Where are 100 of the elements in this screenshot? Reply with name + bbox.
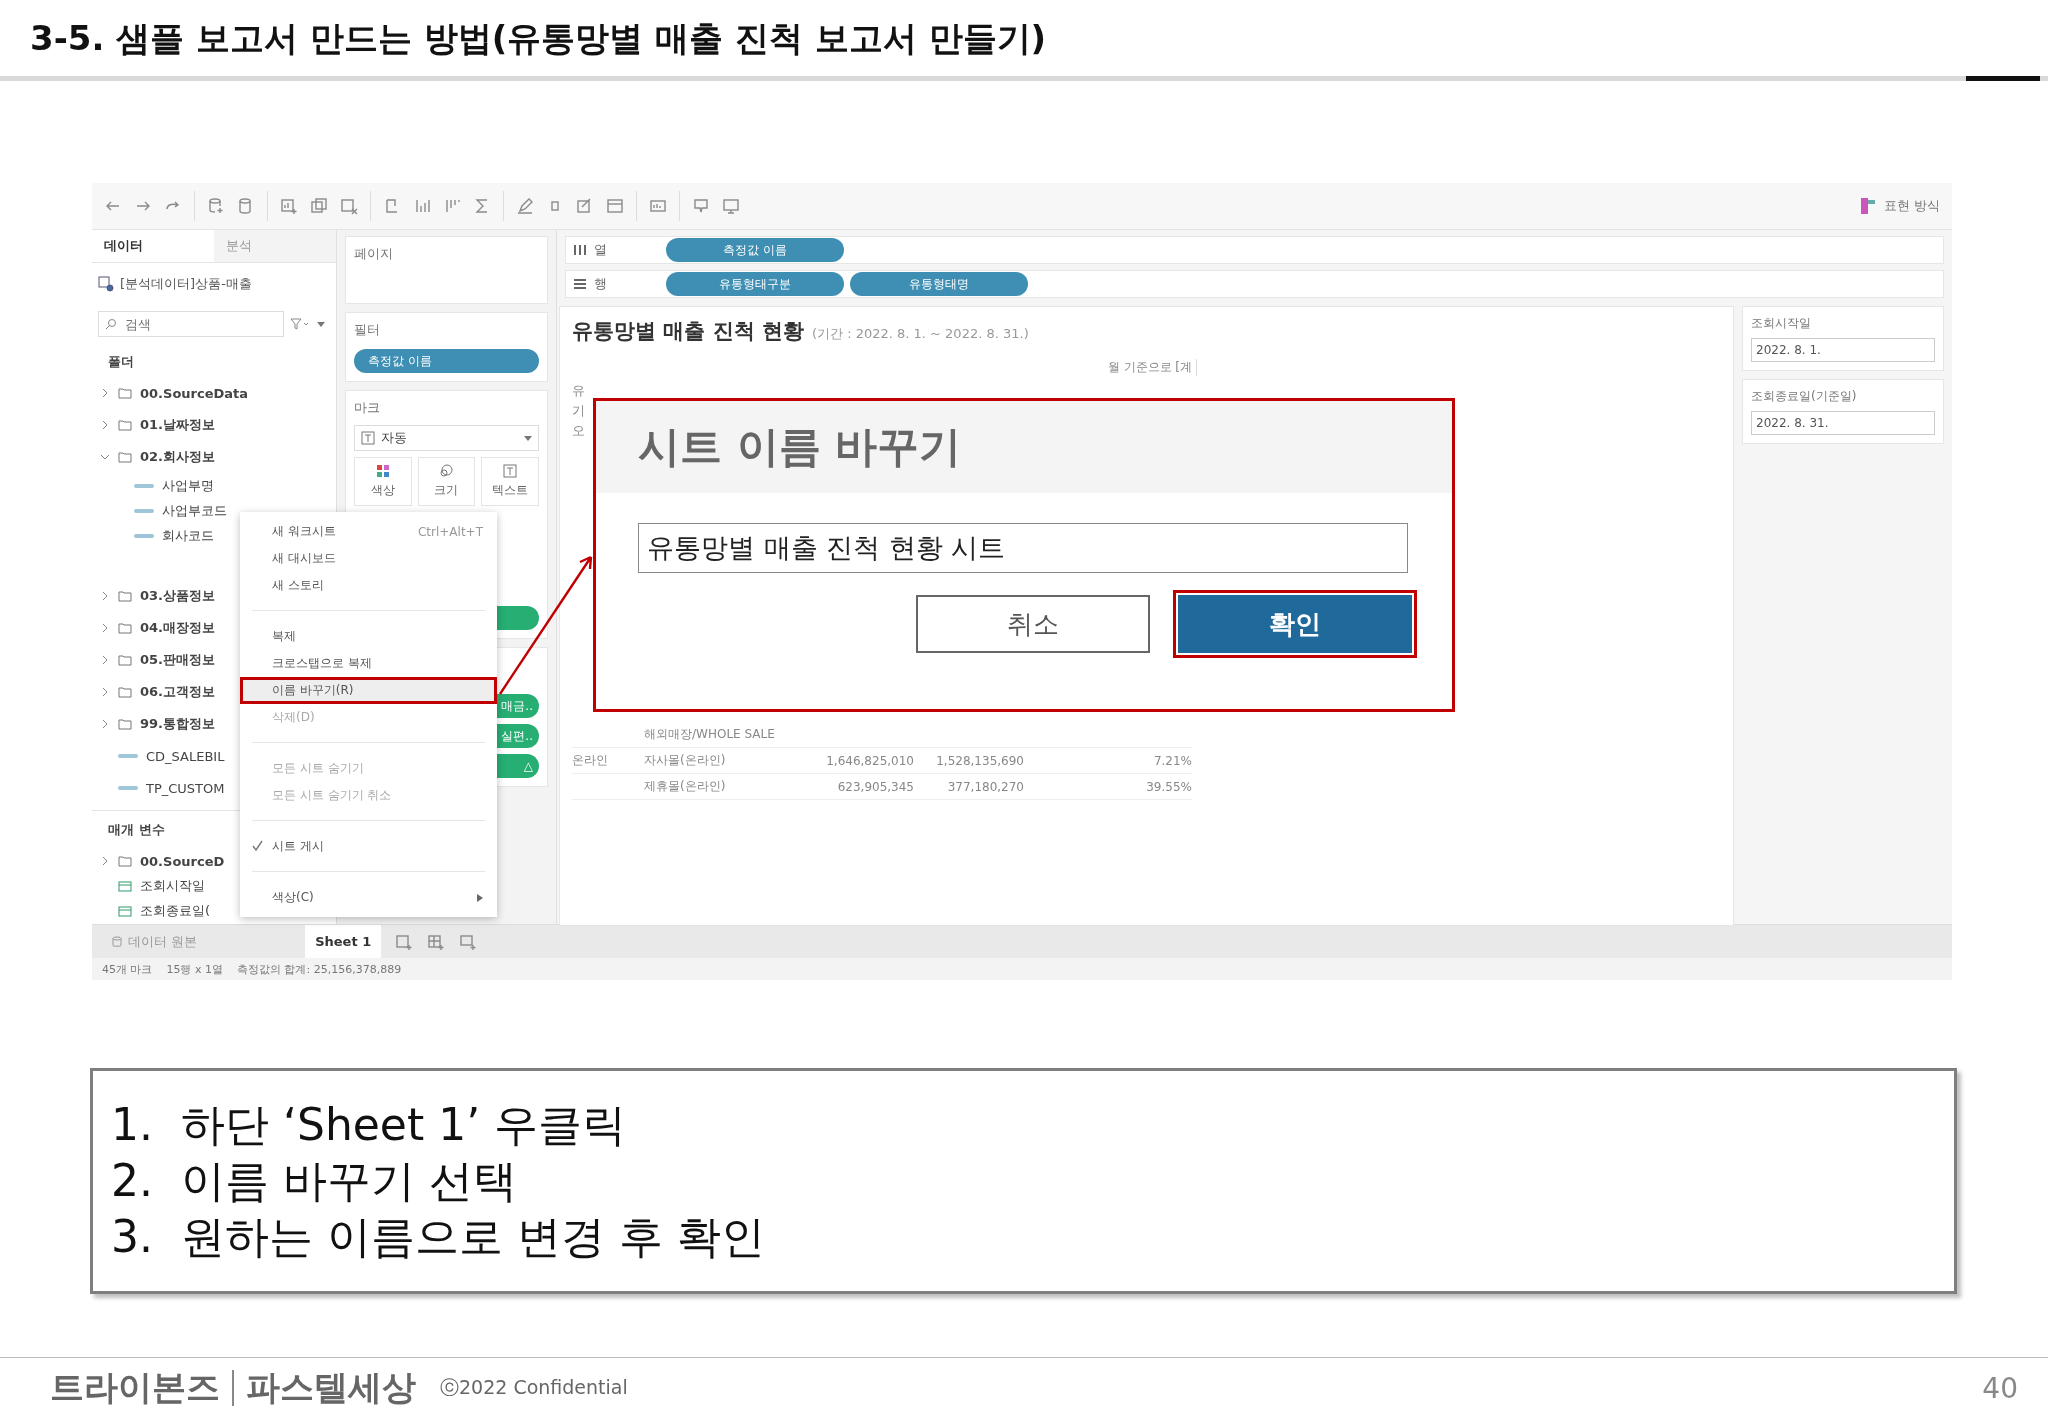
field-pill[interactable]: 유통형태구분 [666,272,844,296]
field-item[interactable]: 03.상품정보 [140,587,216,605]
dialog-title: 시트 이름 바꾸기 [596,401,1452,493]
field-item[interactable]: 06.고객정보 [140,683,216,701]
highlight-pen-icon[interactable] [516,197,534,215]
menu-item[interactable]: 시트 게시 [240,833,497,860]
field-item[interactable]: 사업부코드 [162,501,227,520]
field-item[interactable]: 00.SourceD [140,853,225,869]
menu-item[interactable]: 새 대시보드 [240,545,497,572]
dropdown-icon[interactable] [316,319,326,329]
sheet-name-field[interactable]: 유통망별 매출 진척 현황 시트 [638,523,1408,573]
step-text: 이름 바꾸기 선택 [181,1155,517,1207]
folder-icon [118,451,132,463]
cancel-button[interactable]: 취소 [916,595,1150,653]
parameter-field[interactable]: 2022. 8. 31. [1751,411,1935,435]
new-dashboard-icon[interactable] [427,932,446,951]
sort-descending-icon[interactable] [443,197,461,215]
show-me-icon[interactable] [1859,197,1876,215]
folder-icon [118,590,132,602]
menu-item[interactable]: 새 스토리 [240,572,497,599]
size-circles-icon [439,464,454,478]
field-item[interactable]: CD_SALEBIL [146,748,225,764]
chevron-icon[interactable] [100,623,110,633]
card-title[interactable]: 페이지 [354,245,393,263]
mark-button[interactable]: 색상 [354,457,412,506]
menu-item[interactable]: 색상(C) [240,884,497,911]
parameter-label: 조회종료일(기준일) [1751,388,1858,405]
chevron-icon[interactable] [100,687,110,697]
folder-icon [118,686,132,698]
status-text: 45개 마크 [102,961,153,977]
field-item[interactable]: TP_CUSTOM [146,780,225,796]
field-type-icon [118,784,138,792]
field-item[interactable]: 조회종료일( [140,902,211,920]
folder-icon [118,855,132,867]
field-pill[interactable]: 유통형태명 [850,272,1028,296]
chevron-icon[interactable] [100,856,110,866]
status-text: 측정값의 합계: 25,156,378,889 [237,961,402,977]
folder-icon [118,387,132,399]
clear-sheet-icon[interactable] [340,197,358,215]
shelf-label: 행 [594,275,607,293]
database-plus-icon[interactable] [207,197,225,215]
database-icon [112,935,122,948]
chevron-icon[interactable] [100,388,110,398]
field-item[interactable]: 99.통합정보 [140,715,216,733]
chevron-icon[interactable] [100,420,110,430]
pane-tab[interactable]: 데이터 [92,230,214,262]
mark-button[interactable]: 크기 [417,457,476,506]
chevron-icon[interactable] [100,655,110,665]
new-sheet-icon[interactable] [280,197,298,215]
card-title[interactable]: 필터 [354,321,380,339]
period-label: (기간 : 2022. 8. 1. ~ 2022. 8. 31.) [811,325,1029,343]
field-item[interactable]: 사업부명 [162,476,214,495]
menu-item[interactable]: 새 워크시트 Ctrl+Alt+T [240,518,497,545]
card-title[interactable]: 마크 [354,399,380,417]
step-number: 3. [111,1211,151,1263]
chevron-icon[interactable] [100,591,110,601]
submenu-arrow-icon [477,893,483,902]
presentation-icon[interactable] [722,197,740,215]
datasource-name[interactable]: [분석데이터]상품-매출 [120,275,252,293]
search-input[interactable]: 검색 [123,315,207,333]
row-header: 오 [572,422,586,440]
chevron-icon[interactable] [100,719,110,729]
field-item[interactable]: 00.SourceData [140,385,249,401]
sort-ascending-icon[interactable] [413,197,431,215]
calendar-icon [118,905,132,917]
mark-button[interactable]: 텍스트 [481,457,539,506]
menu-item[interactable]: 이름 바꾸기(R) [240,677,497,704]
parameter-field[interactable]: 2022. 8. 1. [1751,338,1935,362]
datasource-icon [98,276,114,292]
fit-icon[interactable] [606,197,624,215]
field-item[interactable]: 05.판매정보 [140,651,216,669]
tooltip-icon[interactable] [692,197,710,215]
show-me-label[interactable]: 표현 방식 [1883,197,1940,215]
field-item[interactable]: 01.날짜정보 [140,416,216,434]
search-field[interactable]: 검색 [98,311,284,337]
sheet-tab[interactable]: Sheet 1 [305,925,382,958]
column-header: 월 기준으로 [계 [1107,359,1192,376]
rows-icon [574,279,586,289]
folder-icon [118,718,132,730]
duplicate-sheet-icon[interactable] [310,197,328,215]
field-item[interactable]: 회사코드 [162,526,214,545]
new-worksheet-icon[interactable] [395,932,414,951]
text-mark-icon [361,431,375,445]
field-item[interactable]: 02.회사정보 [140,448,216,466]
mark-type-dropdown[interactable]: 자동 [354,425,539,451]
row-header: 기 [572,402,586,420]
field-pill[interactable]: 측정값 이름 [354,349,539,373]
table-cell-text: 377,180,270 [946,779,1024,794]
menu-item[interactable]: 복제 [240,623,497,650]
card-icon[interactable] [649,197,667,215]
field-item[interactable]: 조회시작일 [140,877,205,895]
view-title: 유통망별 매출 진척 현황 [572,318,804,345]
field-item[interactable]: 04.매장정보 [140,619,216,637]
new-story-icon[interactable] [459,932,478,951]
filter-icon[interactable] [290,317,310,331]
color-grid-icon [375,464,390,478]
menu-item[interactable]: 크로스탭으로 복제 [240,650,497,677]
chevron-icon[interactable] [100,452,110,462]
section-heading: 폴더 [107,353,135,371]
field-pill[interactable]: 측정값 이름 [666,238,844,262]
